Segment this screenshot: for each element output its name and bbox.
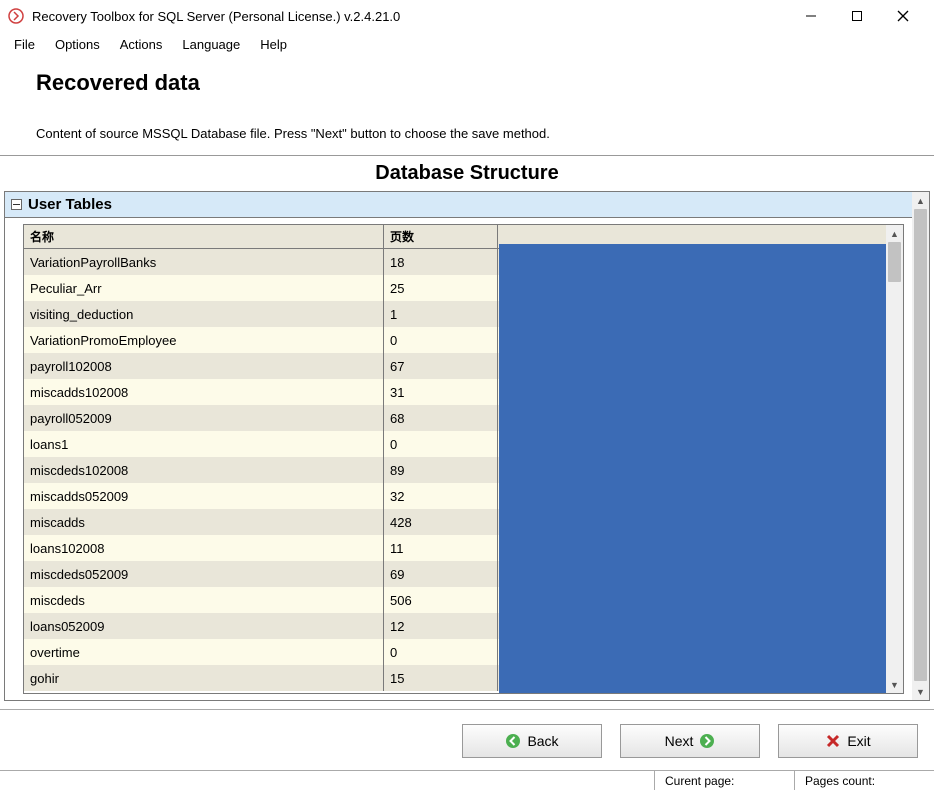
col-header-name[interactable]: 名称 [24, 225, 384, 248]
cell-pages: 1 [384, 301, 498, 327]
section-label: User Tables [28, 196, 112, 213]
cell-name: payroll052009 [24, 405, 384, 431]
maximize-button[interactable] [834, 0, 880, 32]
next-label: Next [665, 733, 694, 749]
cell-pages: 89 [384, 457, 498, 483]
back-label: Back [527, 733, 558, 749]
page-title: Recovered data [36, 70, 898, 96]
scroll-thumb[interactable] [914, 209, 927, 681]
minimize-icon [805, 10, 817, 22]
scroll-up-icon[interactable]: ▲ [912, 192, 929, 209]
cell-name: VariationPayrollBanks [24, 249, 384, 275]
arrow-right-icon [699, 733, 715, 749]
cell-pages: 68 [384, 405, 498, 431]
table-wrap: 名称 页数 VariationPayrollBanks18Peculiar_Ar… [23, 224, 904, 694]
cell-name: miscdeds052009 [24, 561, 384, 587]
scroll-track[interactable] [912, 209, 929, 683]
exit-label: Exit [847, 733, 870, 749]
cell-name: miscadds052009 [24, 483, 384, 509]
cell-name: loans052009 [24, 613, 384, 639]
cell-pages: 0 [384, 639, 498, 665]
cell-pages: 15 [384, 665, 498, 691]
next-button[interactable]: Next [620, 724, 760, 758]
cell-pages: 428 [384, 509, 498, 535]
cell-name: miscdeds [24, 587, 384, 613]
inner-scrollbar[interactable]: ▲ ▼ [886, 225, 903, 693]
cell-pages: 0 [384, 431, 498, 457]
cell-name: VariationPromoEmployee [24, 327, 384, 353]
x-icon [825, 733, 841, 749]
cell-pages: 0 [384, 327, 498, 353]
minimize-button[interactable] [788, 0, 834, 32]
window-title: Recovery Toolbox for SQL Server (Persona… [32, 9, 788, 24]
arrow-left-icon [505, 733, 521, 749]
scroll-down-icon[interactable]: ▼ [912, 683, 929, 700]
maximize-icon [851, 10, 863, 22]
cell-pages: 11 [384, 535, 498, 561]
scroll-down-icon[interactable]: ▼ [886, 676, 903, 693]
table-container: 名称 页数 VariationPayrollBanks18Peculiar_Ar… [23, 224, 904, 694]
heading-area: Recovered data Content of source MSSQL D… [0, 56, 934, 155]
menu-help[interactable]: Help [250, 35, 297, 54]
col-header-pages[interactable]: 页数 [384, 225, 498, 248]
cell-name: miscadds [24, 509, 384, 535]
panel-body: User Tables 名称 页数 VariationPayrollBanks1… [5, 192, 912, 700]
structure-title: Database Structure [0, 156, 934, 191]
status-pages-count: Pages count: [794, 771, 934, 790]
cell-pages: 12 [384, 613, 498, 639]
outer-scrollbar[interactable]: ▲ ▼ [912, 192, 929, 700]
cell-pages: 18 [384, 249, 498, 275]
cell-name: Peculiar_Arr [24, 275, 384, 301]
cell-pages: 32 [384, 483, 498, 509]
close-button[interactable] [880, 0, 926, 32]
cell-pages: 67 [384, 353, 498, 379]
scroll-up-icon[interactable]: ▲ [886, 225, 903, 242]
title-bar: Recovery Toolbox for SQL Server (Persona… [0, 0, 934, 32]
menu-file[interactable]: File [4, 35, 45, 54]
cell-name: visiting_deduction [24, 301, 384, 327]
cell-name: gohir [24, 665, 384, 691]
status-bar: Curent page: Pages count: [0, 770, 934, 790]
cell-name: loans102008 [24, 535, 384, 561]
content-area: Recovered data Content of source MSSQL D… [0, 56, 934, 770]
cell-pages: 69 [384, 561, 498, 587]
collapse-icon[interactable] [11, 199, 22, 210]
cell-name: miscadds102008 [24, 379, 384, 405]
back-button[interactable]: Back [462, 724, 602, 758]
scroll-track[interactable] [886, 242, 903, 676]
app-icon [8, 8, 24, 24]
cell-name: overtime [24, 639, 384, 665]
menu-bar: File Options Actions Language Help [0, 32, 934, 56]
menu-options[interactable]: Options [45, 35, 110, 54]
cell-name: miscdeds102008 [24, 457, 384, 483]
page-description: Content of source MSSQL Database file. P… [36, 126, 898, 141]
status-current-page: Curent page: [654, 771, 794, 790]
cell-name: loans1 [24, 431, 384, 457]
button-bar: Back Next Exit [0, 710, 934, 770]
cell-pages: 506 [384, 587, 498, 613]
exit-button[interactable]: Exit [778, 724, 918, 758]
menu-actions[interactable]: Actions [110, 35, 173, 54]
cell-pages: 31 [384, 379, 498, 405]
database-structure-panel: User Tables 名称 页数 VariationPayrollBanks1… [4, 191, 930, 701]
menu-language[interactable]: Language [172, 35, 250, 54]
close-icon [897, 10, 909, 22]
scroll-thumb[interactable] [888, 242, 901, 282]
window-controls [788, 0, 926, 32]
selection-area [499, 244, 886, 693]
cell-pages: 25 [384, 275, 498, 301]
cell-name: payroll102008 [24, 353, 384, 379]
section-header-user-tables[interactable]: User Tables [5, 192, 912, 218]
